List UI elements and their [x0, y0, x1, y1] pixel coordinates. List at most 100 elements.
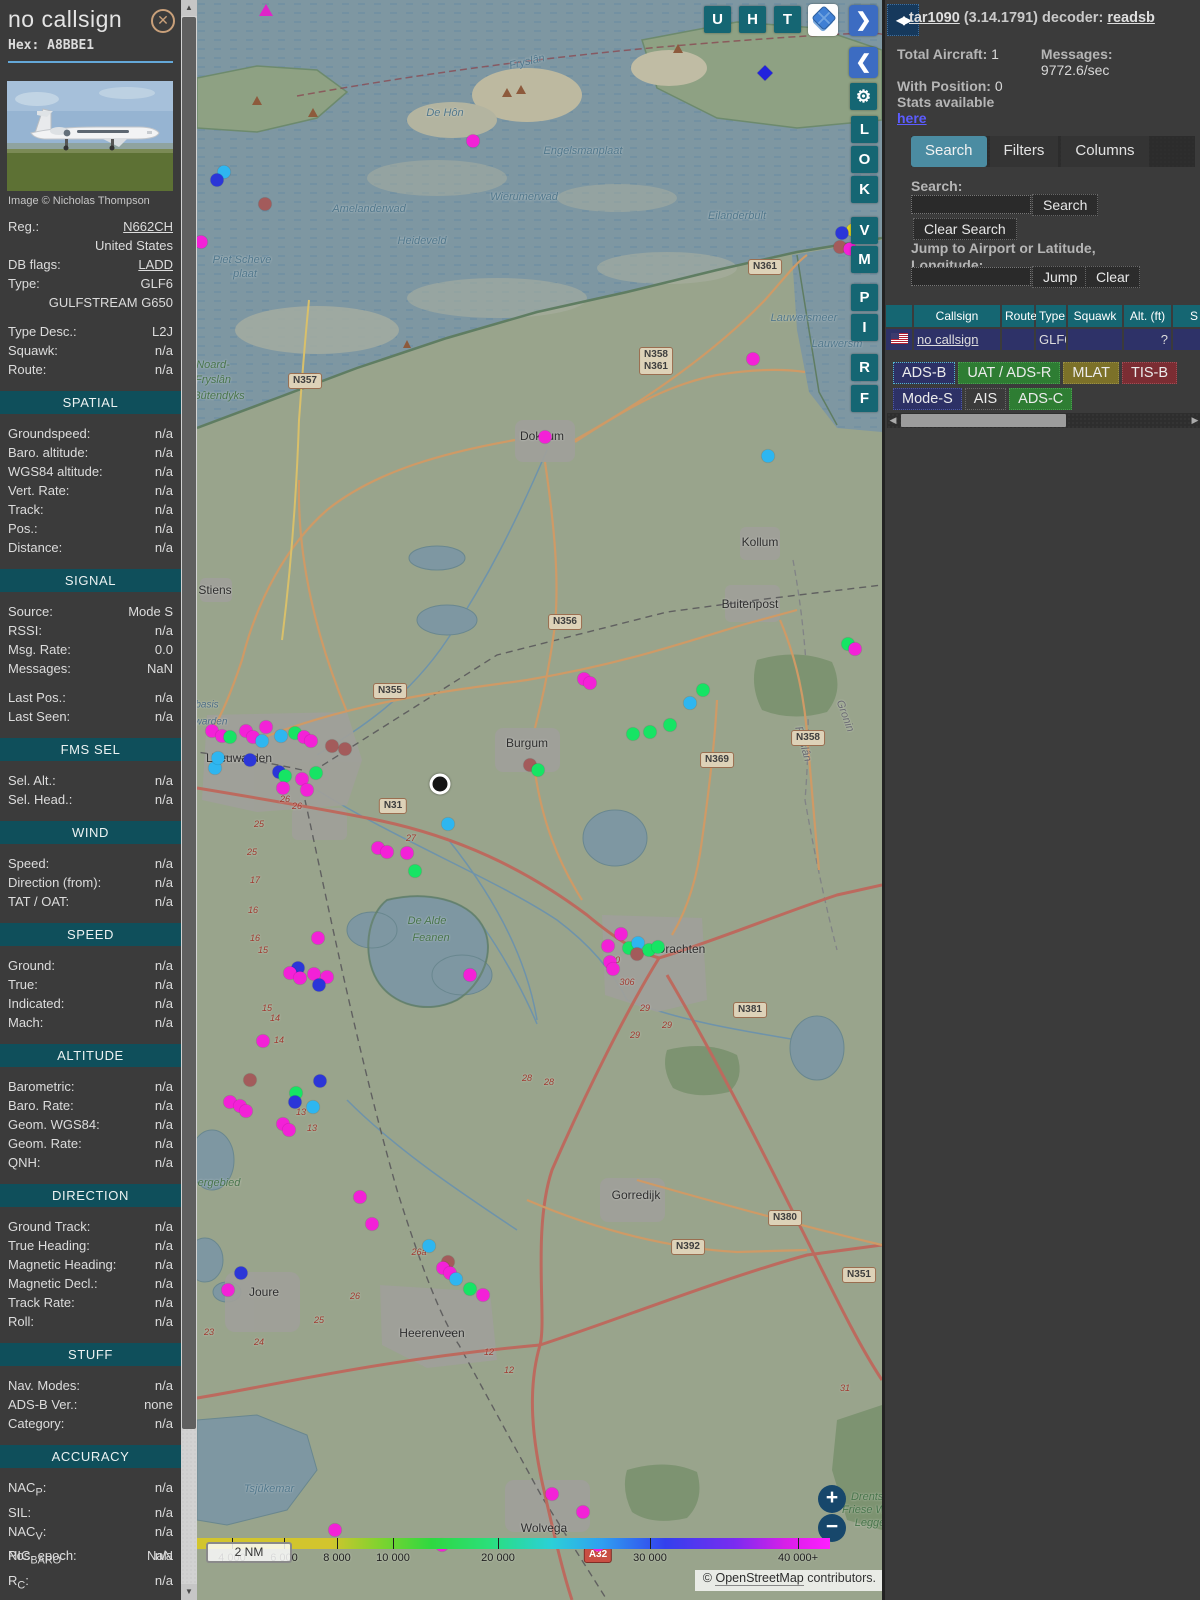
search-button[interactable]: Search: [1032, 194, 1099, 216]
aircraft-history-dot[interactable]: [258, 197, 272, 211]
aircraft-history-dot[interactable]: [234, 1266, 248, 1280]
column-header-route[interactable]: Route: [1002, 305, 1037, 327]
aircraft-history-dot[interactable]: [282, 1123, 296, 1137]
scroll-left-icon[interactable]: ◀: [887, 413, 899, 428]
aircraft-history-dot[interactable]: [306, 1100, 320, 1114]
filter-button-ais[interactable]: AIS: [964, 388, 1007, 410]
aircraft-history-dot[interactable]: [243, 753, 257, 767]
row-value-link[interactable]: LADD: [138, 255, 173, 274]
aircraft-history-dot[interactable]: [663, 718, 677, 732]
aircraft-history-dot[interactable]: [309, 766, 323, 780]
aircraft-history-dot[interactable]: [441, 817, 455, 831]
aircraft-history-dot[interactable]: [255, 734, 269, 748]
map-button-t[interactable]: T: [774, 6, 801, 33]
aircraft-history-dot[interactable]: [601, 939, 615, 953]
scroll-down-icon[interactable]: ▼: [181, 1584, 197, 1600]
map-button-v[interactable]: V: [851, 217, 878, 244]
aircraft-history-dot[interactable]: [606, 962, 620, 976]
aircraft-history-dot[interactable]: [408, 864, 422, 878]
aircraft-history-dot[interactable]: [531, 763, 545, 777]
aircraft-history-dot[interactable]: [288, 1095, 302, 1109]
aircraft-history-dot[interactable]: [274, 729, 288, 743]
aircraft-history-dot[interactable]: [449, 1272, 463, 1286]
aircraft-history-dot[interactable]: [210, 173, 224, 187]
sidebar-scrollbar[interactable]: ▲ ▼: [181, 0, 197, 1600]
filter-button-ads-b[interactable]: ADS-B: [893, 362, 956, 384]
row-value-link[interactable]: N662CH: [123, 217, 173, 236]
close-icon[interactable]: ✕: [151, 9, 175, 33]
aircraft-history-dot[interactable]: [835, 226, 849, 240]
aircraft-history-dot[interactable]: [400, 846, 414, 860]
aircraft-history-dot[interactable]: [643, 725, 657, 739]
zoom-in-button[interactable]: +: [818, 1485, 846, 1513]
scroll-up-icon[interactable]: ▲: [181, 0, 197, 16]
aircraft-history-dot[interactable]: [463, 1282, 477, 1296]
tab-search[interactable]: Search: [911, 136, 987, 167]
scroll-right-icon[interactable]: ▶: [1189, 413, 1200, 428]
search-input[interactable]: [911, 195, 1031, 214]
aircraft-history-dot[interactable]: [746, 352, 760, 366]
aircraft-history-dot[interactable]: [239, 1104, 253, 1118]
aircraft-history-dot[interactable]: [476, 1288, 490, 1302]
aircraft-history-dot[interactable]: [221, 1283, 235, 1297]
map-button-h[interactable]: H: [739, 6, 766, 33]
selected-aircraft-marker[interactable]: [429, 773, 451, 795]
filter-button-ads-c[interactable]: ADS-C: [1009, 388, 1073, 410]
map-button-r[interactable]: R: [851, 354, 878, 381]
map-button-u[interactable]: U: [704, 6, 731, 33]
aircraft-history-dot[interactable]: [538, 430, 552, 444]
expand-right-icon[interactable]: ❯: [849, 5, 878, 36]
map-button-o[interactable]: O: [851, 146, 878, 173]
column-header-altft[interactable]: Alt. (ft): [1124, 305, 1171, 327]
aircraft-history-dot[interactable]: [328, 1523, 342, 1537]
aircraft-history-dot[interactable]: [243, 1073, 257, 1087]
filter-button-mode-s[interactable]: Mode-S: [893, 388, 962, 410]
clear-search-button[interactable]: Clear Search: [913, 218, 1017, 240]
clear-jump-button[interactable]: Clear: [1085, 266, 1141, 288]
aircraft-history-dot[interactable]: [848, 642, 862, 656]
aircraft-history-dot[interactable]: [276, 781, 290, 795]
aircraft-history-dot[interactable]: [311, 931, 325, 945]
tab-columns[interactable]: Columns: [1061, 136, 1149, 167]
tab-filters[interactable]: Filters: [989, 136, 1059, 167]
aircraft-history-dot[interactable]: [583, 676, 597, 690]
aircraft-history-dot[interactable]: [466, 134, 480, 148]
aircraft-photo[interactable]: [7, 81, 173, 191]
aircraft-history-dot[interactable]: [304, 734, 318, 748]
column-header-flag[interactable]: [886, 305, 912, 327]
map-button-m[interactable]: M: [851, 246, 878, 273]
aircraft-history-dot[interactable]: [626, 727, 640, 741]
map-button-f[interactable]: F: [851, 385, 878, 412]
gear-icon[interactable]: ⚙: [850, 83, 877, 110]
column-header-squawk[interactable]: Squawk: [1068, 305, 1122, 327]
column-header-type[interactable]: Type: [1036, 305, 1066, 327]
aircraft-history-dot[interactable]: [380, 845, 394, 859]
column-header-callsign[interactable]: Callsign: [914, 305, 1000, 327]
cell-callsign[interactable]: no callsign: [914, 329, 1000, 350]
layers-button[interactable]: [808, 4, 838, 36]
hscrollbar-thumb[interactable]: [901, 414, 1066, 427]
tar1090-link[interactable]: tar1090: [909, 10, 960, 26]
column-header-s[interactable]: S: [1173, 305, 1200, 327]
table-horizontal-scrollbar[interactable]: ◀ ▶: [887, 413, 1200, 428]
aircraft-history-dot[interactable]: [313, 1074, 327, 1088]
aircraft-history-dot[interactable]: [293, 971, 307, 985]
aircraft-history-dot[interactable]: [259, 4, 273, 16]
aircraft-history-dot[interactable]: [614, 927, 628, 941]
aircraft-history-dot[interactable]: [325, 739, 339, 753]
aircraft-history-dot[interactable]: [545, 1487, 559, 1501]
collapse-left-icon[interactable]: ❮: [849, 47, 878, 78]
filter-button-mlat[interactable]: MLAT: [1063, 362, 1119, 384]
aircraft-history-dot[interactable]: [683, 696, 697, 710]
jump-button[interactable]: Jump: [1032, 266, 1089, 288]
aircraft-history-dot[interactable]: [223, 730, 237, 744]
aircraft-history-dot[interactable]: [278, 769, 292, 783]
aircraft-history-dot[interactable]: [651, 940, 665, 954]
aircraft-history-dot[interactable]: [259, 720, 273, 734]
aircraft-table-row[interactable]: no callsign GLF6?: [886, 329, 1200, 350]
map-button-p[interactable]: P: [851, 284, 878, 311]
aircraft-history-dot[interactable]: [365, 1217, 379, 1231]
map-button-k[interactable]: K: [851, 176, 878, 203]
aircraft-history-dot[interactable]: [696, 683, 710, 697]
map-button-i[interactable]: I: [851, 314, 878, 341]
